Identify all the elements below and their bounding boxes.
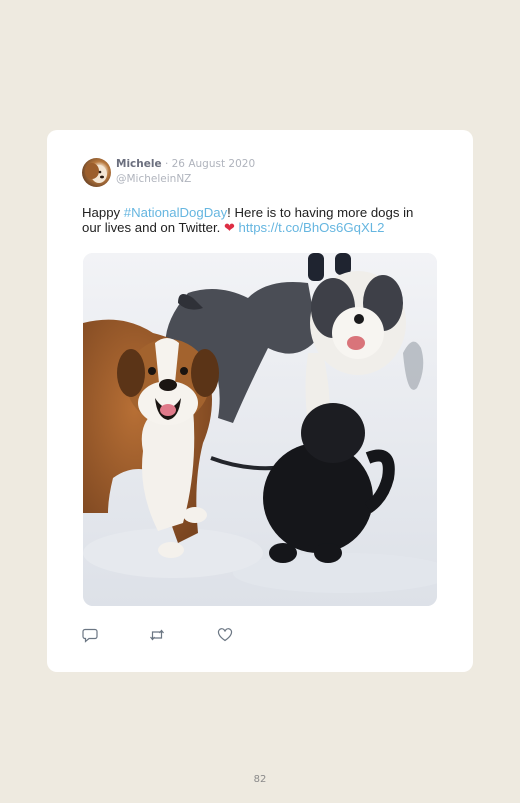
author-handle[interactable]: @MicheleinNZ (116, 173, 191, 185)
tweet-text: Happy #NationalDogDay! Here is to having… (82, 205, 432, 235)
tweet-header: Michele · 26 August 2020 @MicheleinNZ (82, 157, 442, 189)
tweet-date[interactable]: 26 August 2020 (172, 158, 256, 170)
heart-emoji: ❤ (223, 220, 235, 235)
tweet-text-start: Happy (82, 205, 124, 220)
heart-icon[interactable] (217, 627, 233, 643)
page-number: 82 (253, 774, 267, 785)
author-name[interactable]: Michele (116, 158, 162, 170)
avatar[interactable] (82, 158, 111, 187)
tweet-photo[interactable] (83, 253, 437, 606)
retweet-icon[interactable] (149, 627, 165, 643)
tweet-link[interactable]: https://t.co/BhOs6GqXL2 (239, 220, 385, 235)
tweet-card: Michele · 26 August 2020 @MicheleinNZ Ha… (47, 130, 473, 672)
reply-icon[interactable] (82, 627, 98, 643)
hashtag-link[interactable]: #NationalDogDay (124, 205, 227, 220)
tweet-actions (82, 627, 282, 643)
author-line: Michele · 26 August 2020 (116, 158, 255, 170)
separator: · (164, 158, 169, 170)
